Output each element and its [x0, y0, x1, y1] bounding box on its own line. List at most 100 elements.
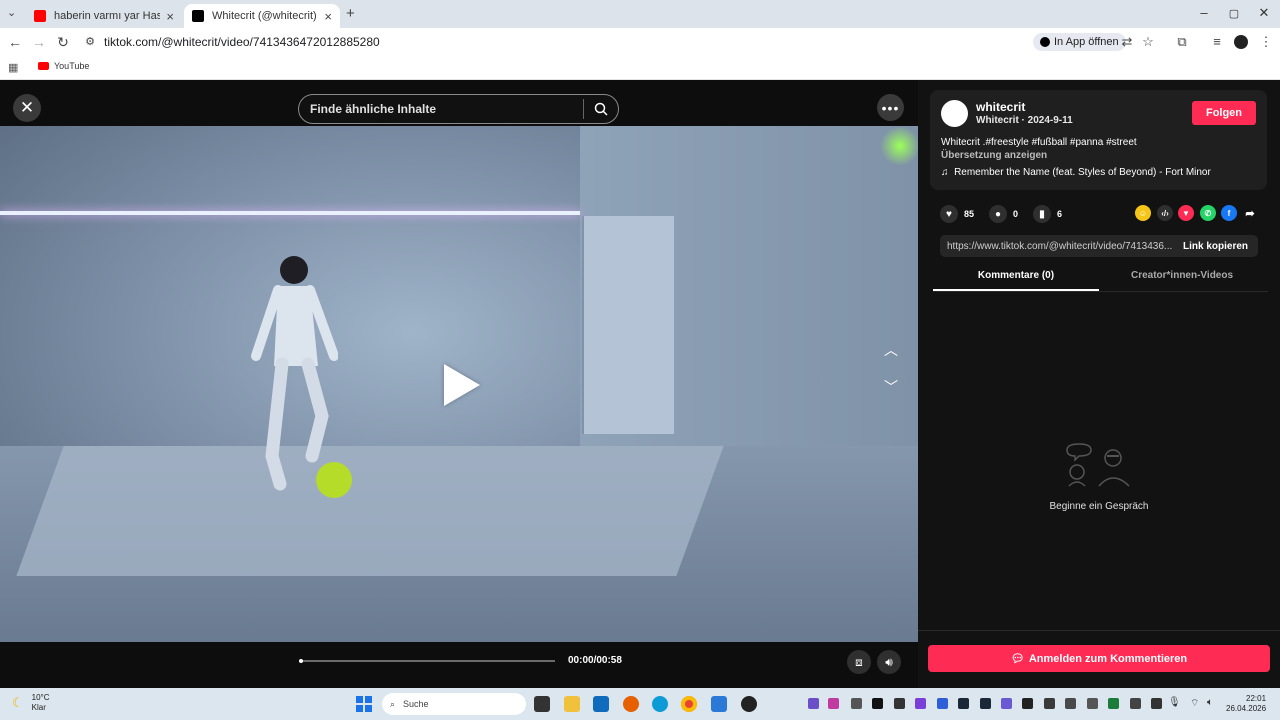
chrome-icon[interactable]: [681, 696, 697, 712]
restore-icon[interactable]: ▢: [1224, 7, 1244, 20]
mic-icon[interactable]: 🎙︎: [1168, 697, 1181, 708]
follow-button[interactable]: Folgen: [1192, 101, 1256, 125]
tab-comments[interactable]: Kommentare (0): [933, 270, 1099, 290]
tray-app-icon[interactable]: [1065, 698, 1076, 709]
url-field[interactable]: tiktok.com/@whitecrit/video/741343647201…: [104, 35, 380, 49]
bookmark-star-icon[interactable]: ☆: [1139, 34, 1157, 50]
menu-icon[interactable]: ⋮: [1257, 34, 1275, 50]
close-tab-icon[interactable]: ×: [166, 9, 174, 24]
search-icon: [594, 102, 608, 116]
send-icon[interactable]: ▼: [1178, 205, 1194, 221]
media-controls-icon[interactable]: ≡: [1208, 34, 1226, 49]
tab-creator-videos[interactable]: Creator*innen-Videos: [1099, 270, 1265, 290]
empty-comments-text: Beginne ein Gespräch: [1049, 501, 1149, 512]
tray-app-icon[interactable]: [1087, 698, 1098, 709]
coin-icon[interactable]: ☺: [1135, 205, 1151, 221]
extensions-icon[interactable]: ⧉: [1173, 34, 1191, 50]
apps-grid-icon[interactable]: ▦: [8, 61, 18, 74]
tray-app-icon[interactable]: [1022, 698, 1033, 709]
tab-youtube[interactable]: haberin varmı yar Hasan Yıldırım ×: [26, 4, 182, 28]
comment-count: 0: [1013, 209, 1019, 219]
clock-time: 22:01: [1246, 694, 1267, 703]
music-link[interactable]: ♫ Remember the Name (feat. Styles of Bey…: [941, 167, 1211, 178]
tray-app-icon[interactable]: [1108, 698, 1119, 709]
back-icon[interactable]: ←: [5, 34, 25, 50]
youtube-favicon-icon: [34, 10, 46, 22]
more-options-button[interactable]: •••: [877, 94, 904, 121]
tray-app-icon[interactable]: [1044, 698, 1055, 709]
new-tab-icon[interactable]: +: [346, 5, 355, 22]
facebook-icon[interactable]: f: [1221, 205, 1237, 221]
wifi-icon[interactable]: ⌔: [1190, 697, 1199, 710]
tray-app-icon[interactable]: [1130, 698, 1141, 709]
video-link[interactable]: https://www.tiktok.com/@whitecrit/video/…: [940, 241, 1173, 252]
tray-app-icon[interactable]: [1001, 698, 1012, 709]
tray-app-icon[interactable]: [937, 698, 948, 709]
translate-icon[interactable]: ⇄: [1118, 34, 1136, 50]
bookmark-icon: ▮: [1033, 205, 1051, 223]
volume-icon[interactable]: 🔊︎: [877, 650, 901, 674]
reload-icon[interactable]: ↻: [53, 34, 73, 51]
taskbar-search[interactable]: ⌕ Suche: [382, 693, 526, 715]
weather-temp: 10°C: [31, 693, 50, 702]
similar-content-search: [298, 94, 619, 124]
avatar[interactable]: [941, 100, 968, 127]
profile-avatar[interactable]: [1234, 35, 1248, 49]
video-progress-bar[interactable]: [299, 659, 555, 663]
tray-app-icon[interactable]: [872, 698, 883, 709]
clock[interactable]: 22:01 26.04.2026: [1226, 694, 1266, 714]
clock-date: 26.04.2026: [1226, 704, 1267, 713]
bookmark-youtube[interactable]: YouTube: [38, 61, 89, 71]
previous-video-chevron-up-icon[interactable]: ︿: [878, 337, 904, 363]
tiktok-favicon-icon: [192, 10, 204, 22]
speaker-icon[interactable]: 🔈︎: [1207, 697, 1213, 708]
like-stat[interactable]: ♥ 85: [940, 205, 974, 223]
play-icon[interactable]: [444, 364, 480, 406]
login-to-comment-button[interactable]: 💬︎ Anmelden zum Kommentieren: [928, 645, 1270, 672]
open-in-app-button[interactable]: In App öffnen: [1033, 33, 1126, 51]
embed-icon[interactable]: ‹/›: [1157, 205, 1173, 221]
site-info-icon[interactable]: ⚙: [80, 35, 100, 48]
tray-app-icon[interactable]: [1151, 698, 1162, 709]
share-arrow-icon[interactable]: ➦: [1242, 205, 1258, 221]
app-icon[interactable]: [741, 696, 757, 712]
search-button[interactable]: [584, 102, 618, 116]
steam-icon[interactable]: [958, 698, 969, 709]
address-bar: ← → ↻ ⚙ tiktok.com/@whitecrit/video/7413…: [0, 28, 1280, 56]
youtube-icon: [38, 62, 49, 70]
show-translation-link[interactable]: Übersetzung anzeigen: [941, 150, 1047, 161]
mail-icon[interactable]: [711, 696, 727, 712]
store-icon[interactable]: [593, 696, 609, 712]
whatsapp-icon[interactable]: ✆: [1200, 205, 1216, 221]
save-stat[interactable]: ▮ 6: [1033, 205, 1062, 223]
username[interactable]: whitecrit: [976, 100, 1025, 114]
close-video-button[interactable]: ✕: [13, 94, 41, 122]
minimize-icon[interactable]: –: [1194, 5, 1214, 20]
close-tab-icon[interactable]: ×: [324, 9, 332, 24]
video-time: 00:00/00:58: [568, 655, 622, 666]
tray-app-icon[interactable]: [894, 698, 905, 709]
search-input[interactable]: [299, 102, 583, 116]
forward-icon[interactable]: →: [29, 34, 49, 50]
video-door: [582, 216, 674, 434]
copy-link-button[interactable]: Link kopieren: [1173, 241, 1258, 252]
tray-app-icon[interactable]: [915, 698, 926, 709]
tray-app-icon[interactable]: [851, 698, 862, 709]
firefox-icon[interactable]: [623, 696, 639, 712]
video-rug: [16, 446, 724, 576]
comment-stat[interactable]: ● 0: [989, 205, 1018, 223]
close-window-icon[interactable]: ✕: [1254, 5, 1274, 21]
progress-handle[interactable]: [299, 659, 303, 663]
weather-widget[interactable]: ☾ 10°C Klar: [12, 693, 50, 713]
file-explorer-icon[interactable]: [564, 696, 580, 712]
tray-app-icon[interactable]: [808, 698, 819, 709]
start-windows-icon[interactable]: [356, 696, 372, 712]
edge-icon[interactable]: [652, 696, 668, 712]
tab-search-icon[interactable]: ⌄: [7, 6, 16, 19]
tray-app-icon[interactable]: [828, 698, 839, 709]
tray-app-icon[interactable]: [980, 698, 991, 709]
tab-tiktok[interactable]: Whitecrit (@whitecrit) | TikTok ×: [184, 4, 340, 28]
floating-player-icon[interactable]: ⧈: [847, 650, 871, 674]
task-view-icon[interactable]: [534, 696, 550, 712]
next-video-chevron-down-icon[interactable]: ﹀: [878, 374, 904, 400]
